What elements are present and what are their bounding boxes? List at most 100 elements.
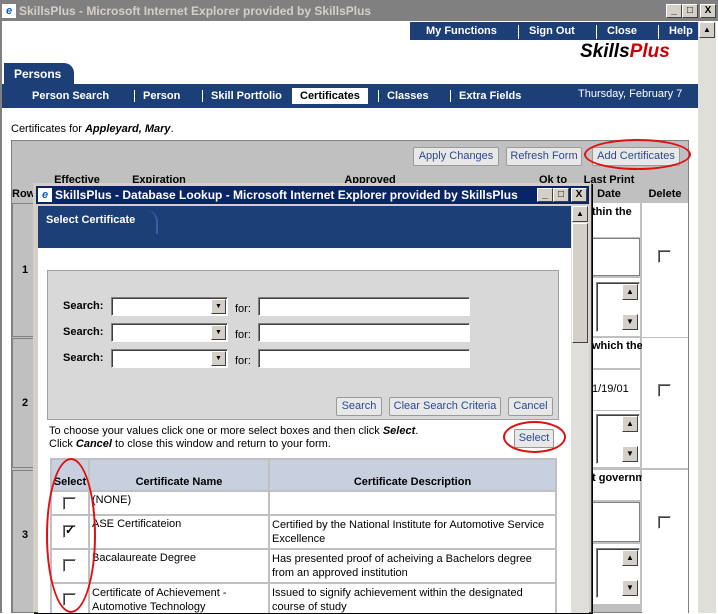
ie-icon: e <box>38 188 52 202</box>
main-scroll-up-button[interactable]: ▲ <box>699 22 715 38</box>
row-2-delete-checkbox[interactable] <box>658 384 671 397</box>
search-label-1: Search: <box>63 300 104 312</box>
search-value-input-2[interactable] <box>258 323 470 342</box>
persons-tab[interactable]: Persons <box>4 63 74 85</box>
current-date: Thursday, February 7 <box>578 88 683 100</box>
popup-minimize-button[interactable]: _ <box>537 188 553 202</box>
cert-row-bacalaureate-checkbox[interactable] <box>63 559 76 572</box>
row-1-lastprint-cell <box>592 238 640 276</box>
instructions-line-1: To choose your values click one or more … <box>49 425 419 437</box>
row-1-notes-scroll-down[interactable]: ▼ <box>622 314 638 330</box>
help-link[interactable]: Help <box>658 25 693 39</box>
row-1-delete-checkbox[interactable] <box>658 250 671 263</box>
cert-row-ase-select-cell <box>52 516 88 548</box>
row-3-notes-scroll-down[interactable]: ▼ <box>622 580 638 596</box>
cancel-button[interactable]: Cancel <box>508 397 553 416</box>
cert-row-none-name: (NONE) <box>90 492 268 514</box>
row-2-notes-scroll-up[interactable]: ▲ <box>622 416 638 432</box>
search-value-input-3[interactable] <box>258 349 470 368</box>
subnav-extra-fields[interactable]: Extra Fields <box>450 90 521 102</box>
row-2-delete-cell <box>642 338 688 468</box>
for-label-2: for: <box>235 329 251 341</box>
popup-maximize-button[interactable]: □ <box>553 188 569 202</box>
subnav-person[interactable]: Person <box>134 90 180 102</box>
cert-row-achievement-name: Certificate of Achievement - Automotive … <box>90 584 268 613</box>
apply-changes-button[interactable]: Apply Changes <box>413 147 499 166</box>
subnav-person-search[interactable]: Person Search <box>24 90 109 102</box>
instructions-line-2: Click Cancel to close this window and re… <box>49 438 331 450</box>
cert-row-none-checkbox[interactable] <box>63 497 76 510</box>
row-1-number: 1 <box>22 264 29 276</box>
chevron-down-icon: ▼ <box>211 325 226 340</box>
certificate-description-header: Certificate Description <box>270 460 555 490</box>
search-field-select-1[interactable]: ▼ <box>111 297 228 316</box>
row-2-desc-fragment: which the <box>592 340 643 352</box>
search-label-2: Search: <box>63 326 104 338</box>
for-label-1: for: <box>235 303 251 315</box>
chevron-down-icon: ▼ <box>211 351 226 366</box>
sign-out-link[interactable]: Sign Out <box>518 25 575 39</box>
popup-scroll-up-button[interactable]: ▲ <box>572 206 588 222</box>
subnav-classes[interactable]: Classes <box>378 90 429 102</box>
cert-row-ase-description: Certified by the National Institute for … <box>270 516 555 548</box>
row-3-delete-cell <box>642 470 688 613</box>
row-3-delete-checkbox[interactable] <box>658 516 671 529</box>
main-scrollbar[interactable] <box>698 22 716 613</box>
chevron-down-icon: ▼ <box>211 299 226 314</box>
cert-row-ase-checkbox[interactable] <box>63 523 76 538</box>
refresh-form-button[interactable]: Refresh Form <box>506 147 582 166</box>
cert-row-bacalaureate-name: Bacalaureate Degree <box>90 550 268 582</box>
for-label-3: for: <box>235 355 251 367</box>
cert-row-achievement-select-cell <box>52 584 88 613</box>
main-window-title: SkillsPlus - Microsoft Internet Explorer… <box>19 3 372 18</box>
row-2-number: 2 <box>22 397 29 409</box>
row-1-desc-cell: thin the <box>592 203 640 237</box>
row-1-desc-fragment: thin the <box>592 206 632 218</box>
minimize-button[interactable]: _ <box>666 3 682 18</box>
subnav-certificates[interactable]: Certificates <box>292 88 368 104</box>
search-button[interactable]: Search <box>336 397 382 416</box>
row-3-number: 3 <box>22 529 29 541</box>
skillsplus-logo: SkillsPlus <box>580 41 670 62</box>
col-delete-header: Delete <box>648 188 682 200</box>
search-value-input-1[interactable] <box>258 297 470 316</box>
row-1-notes-scroll-up[interactable]: ▲ <box>622 284 638 300</box>
person-name: Appleyard, Mary <box>84 123 171 135</box>
add-certificates-button[interactable]: Add Certificates <box>592 147 680 166</box>
select-button[interactable]: Select <box>514 429 554 448</box>
ie-icon: e <box>2 3 16 18</box>
search-field-select-3[interactable]: ▼ <box>111 349 228 368</box>
row-2-notes-scroll-down[interactable]: ▼ <box>622 446 638 462</box>
cert-row-bacalaureate-select-cell <box>52 550 88 582</box>
certificate-name-header: Certificate Name <box>90 460 268 490</box>
my-functions-link[interactable]: My Functions <box>410 25 497 39</box>
row-3-desc-cell: t government <box>592 470 662 500</box>
close-link[interactable]: Close <box>596 25 637 39</box>
subnav-skill-portfolio[interactable]: Skill Portfolio <box>202 90 282 102</box>
maximize-button[interactable]: □ <box>682 3 698 18</box>
row-1-delete-cell <box>642 203 688 337</box>
search-field-select-2[interactable]: ▼ <box>111 323 228 342</box>
close-window-button[interactable]: X <box>700 3 716 18</box>
select-certificate-tab: Select Certificate <box>40 210 158 234</box>
popup-title: SkillsPlus - Database Lookup - Microsoft… <box>55 188 518 202</box>
top-nav: My Functions Sign Out Close Help <box>410 22 698 40</box>
main-window-titlebar: e SkillsPlus - Microsoft Internet Explor… <box>0 0 718 21</box>
cert-row-ase-name: ASE Certificateion <box>90 516 268 548</box>
search-label-3: Search: <box>63 352 104 364</box>
row-2-last-print: 1/19/01 <box>592 383 629 395</box>
cert-row-achievement-checkbox[interactable] <box>63 593 76 606</box>
row-2-lastprint-cell: 1/19/01 <box>592 370 640 410</box>
row-3-notes-scroll-up[interactable]: ▲ <box>622 550 638 566</box>
clear-search-criteria-button[interactable]: Clear Search Criteria <box>389 397 501 416</box>
popup-close-button[interactable]: X <box>571 188 587 202</box>
cert-row-achievement-description: Issued to signify achievement within the… <box>270 584 555 613</box>
certificates-for-label: Certificates for Appleyard, Mary. <box>11 123 174 135</box>
select-column-header: Select <box>52 460 88 490</box>
cert-row-none-select-cell <box>52 492 88 514</box>
popup-titlebar: e SkillsPlus - Database Lookup - Microso… <box>36 186 589 204</box>
cert-row-bacalaureate-description: Has presented proof of acheiving a Bache… <box>270 550 555 582</box>
popup-scroll-thumb[interactable] <box>572 223 588 343</box>
sub-nav: Person Search Person Skill Portfolio Cer… <box>2 86 698 108</box>
row-2-desc-cell: which the <box>592 338 643 368</box>
